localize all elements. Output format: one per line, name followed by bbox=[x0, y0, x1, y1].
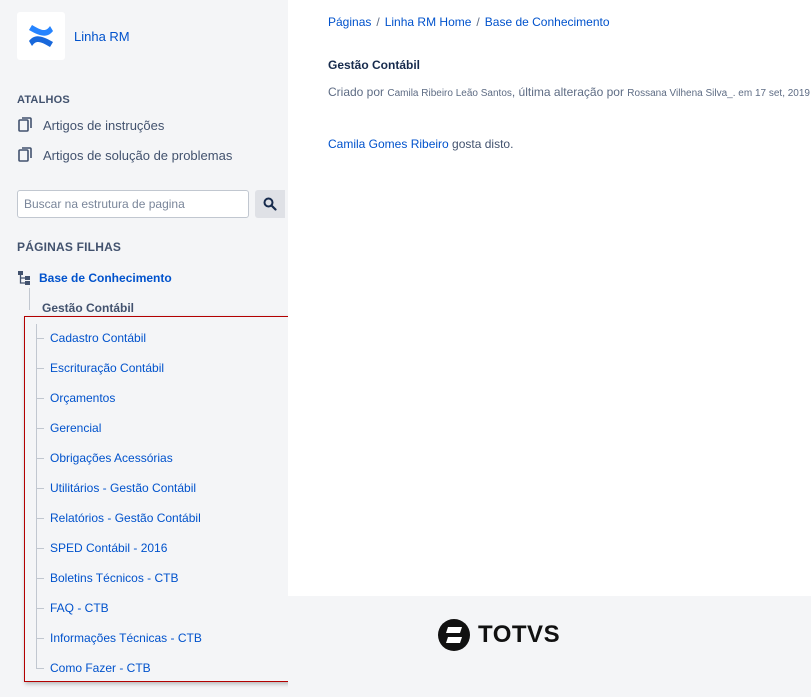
tree-child-item[interactable]: FAQ - CTB bbox=[36, 600, 109, 616]
tree-child-label[interactable]: Boletins Técnicos - CTB bbox=[50, 571, 179, 585]
tree-root-item[interactable]: Base de Conhecimento bbox=[17, 270, 172, 285]
tree-tick bbox=[36, 427, 44, 429]
tree-child-item[interactable]: Boletins Técnicos - CTB bbox=[36, 570, 179, 586]
tree-child-label[interactable]: SPED Contábil - 2016 bbox=[50, 541, 167, 555]
tree-child-item[interactable]: Informações Técnicas - CTB bbox=[36, 630, 202, 646]
pages-icon bbox=[18, 147, 32, 162]
tree-tick bbox=[36, 397, 44, 399]
shortcut-label: Artigos de solução de problemas bbox=[43, 147, 233, 163]
tree-child-item[interactable]: Escrituração Contábil bbox=[36, 360, 164, 376]
tree-child-item[interactable]: Relatórios - Gestão Contábil bbox=[36, 510, 201, 526]
meta-date[interactable]: em 17 set, 2019 bbox=[736, 88, 810, 99]
tree-tick bbox=[36, 637, 44, 639]
shortcut-troubleshooting-articles[interactable]: Artigos de solução de problemas bbox=[17, 147, 232, 163]
likes-text: gosta disto. bbox=[448, 137, 514, 151]
tree-tick bbox=[36, 667, 44, 669]
tree-child-label[interactable]: Informações Técnicas - CTB bbox=[50, 631, 202, 645]
like-user-link[interactable]: Camila Gomes Ribeiro bbox=[328, 137, 449, 151]
shortcut-how-to-articles[interactable]: Artigos de instruções bbox=[17, 117, 164, 133]
tree-tick bbox=[36, 577, 44, 579]
totvs-logo-text: TOTVS bbox=[478, 621, 561, 648]
tree-child-label[interactable]: Cadastro Contábil bbox=[50, 331, 146, 345]
tree-child-label[interactable]: Como Fazer - CTB bbox=[50, 661, 151, 675]
tree-tick bbox=[36, 367, 44, 369]
tree-root-label[interactable]: Base de Conhecimento bbox=[39, 271, 172, 285]
tree-tick bbox=[36, 487, 44, 489]
breadcrumb-item[interactable]: Páginas bbox=[328, 15, 371, 29]
space-header[interactable]: Linha RM bbox=[17, 12, 130, 60]
shortcuts-title: ATALHOS bbox=[17, 94, 70, 106]
tree-child-label[interactable]: Escrituração Contábil bbox=[50, 361, 164, 375]
confluence-logo-icon[interactable] bbox=[17, 12, 65, 60]
meta-created-prefix: Criado por bbox=[328, 85, 388, 99]
meta-mid-text: , última alteração por bbox=[511, 85, 628, 99]
tree-child-item[interactable]: Orçamentos bbox=[36, 390, 115, 406]
tree-child-item[interactable]: Cadastro Contábil bbox=[36, 330, 146, 346]
page-metadata: Criado por Camila Ribeiro Leão Santos, ú… bbox=[328, 85, 810, 99]
tree-tick bbox=[36, 607, 44, 609]
page-tree-search bbox=[17, 190, 285, 218]
search-icon bbox=[263, 197, 277, 211]
meta-author[interactable]: Camila Ribeiro Leão Santos bbox=[387, 88, 512, 99]
breadcrumb: Páginas / Linha RM Home / Base de Conhecimen… bbox=[328, 15, 610, 29]
page-tree-icon bbox=[18, 271, 30, 285]
tree-child-label[interactable]: Gerencial bbox=[50, 421, 101, 435]
tree-child-label[interactable]: Orçamentos bbox=[50, 391, 115, 405]
tree-child-item[interactable]: Gerencial bbox=[36, 420, 101, 436]
search-button[interactable] bbox=[255, 190, 285, 218]
tree-child-label[interactable]: FAQ - CTB bbox=[50, 601, 109, 615]
tree-current-page: Gestão Contábil bbox=[42, 301, 135, 315]
tree-child-item[interactable]: Como Fazer - CTB bbox=[36, 660, 151, 676]
tree-child-label[interactable]: Relatórios - Gestão Contábil bbox=[50, 511, 201, 525]
page-title: Gestão Contábil bbox=[328, 58, 421, 72]
tree-tick bbox=[36, 457, 44, 459]
totvs-logo: TOTVS bbox=[437, 618, 560, 652]
footer: TOTVS bbox=[288, 596, 811, 697]
breadcrumb-item[interactable]: Base de Conhecimento bbox=[485, 15, 610, 29]
tree-child-item[interactable]: Utilitários - Gestão Contábil bbox=[36, 480, 196, 496]
page-tree-search-input[interactable] bbox=[17, 190, 249, 218]
totvs-logo-icon bbox=[438, 619, 470, 651]
meta-modifier[interactable]: Rossana Vilhena Silva_. bbox=[627, 88, 735, 99]
tree-tick bbox=[36, 337, 44, 339]
tree-child-label[interactable]: Obrigações Acessórias bbox=[50, 451, 173, 465]
likes-summary: Camila Gomes Ribeiro gosta disto. bbox=[328, 137, 513, 151]
sidebar: Linha RM ATALHOS Artigos de instruções A… bbox=[0, 0, 315, 697]
tree-child-label[interactable]: Utilitários - Gestão Contábil bbox=[50, 481, 196, 495]
main-content: Páginas / Linha RM Home / Base de Conhecimen… bbox=[288, 0, 811, 596]
shortcut-label: Artigos de instruções bbox=[43, 117, 165, 133]
child-pages-title: PÁGINAS FILHAS bbox=[17, 240, 122, 254]
tree-tick bbox=[36, 517, 44, 519]
tree-child-item[interactable]: SPED Contábil - 2016 bbox=[36, 540, 167, 556]
breadcrumb-separator: / bbox=[376, 15, 380, 29]
pages-icon bbox=[18, 117, 32, 132]
tree-child-item[interactable]: Obrigações Acessórias bbox=[36, 450, 173, 466]
breadcrumb-item[interactable]: Linha RM Home bbox=[385, 15, 472, 29]
tree-tick bbox=[36, 547, 44, 549]
space-name[interactable]: Linha RM bbox=[74, 29, 130, 44]
breadcrumb-separator: / bbox=[476, 15, 480, 29]
tree-connector bbox=[29, 288, 30, 310]
